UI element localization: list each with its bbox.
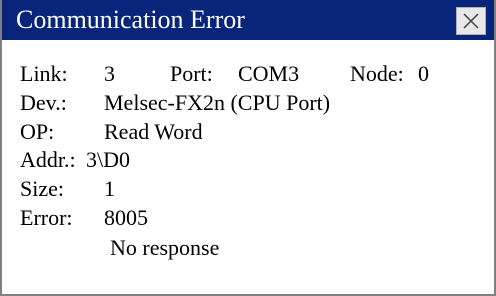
node-label: Node:: [350, 61, 404, 86]
size-row: Size: 1: [20, 174, 490, 204]
operation-row: OP: Read Word: [20, 117, 490, 147]
device-label: Dev.:: [20, 90, 67, 115]
error-message-row: No response: [20, 233, 490, 263]
port-label: Port:: [170, 61, 213, 86]
close-button[interactable]: [456, 7, 486, 35]
link-label: Link:: [20, 61, 68, 86]
address-value: 3\D0: [86, 147, 130, 172]
error-code: 8005: [104, 205, 148, 230]
port-value: COM3: [238, 61, 300, 86]
error-message: No response: [110, 235, 220, 260]
device-value: Melsec-FX2n (CPU Port): [104, 90, 331, 115]
communication-error-dialog: Communication Error Link: 3 Port: COM3 N…: [0, 0, 496, 296]
close-icon: [463, 13, 479, 29]
address-row: Addr.: 3\D0: [20, 145, 490, 175]
link-row: Link: 3 Port: COM3 Node: 0: [20, 59, 490, 89]
size-value: 1: [104, 176, 115, 201]
window-title: Communication Error: [16, 5, 245, 34]
title-bar[interactable]: Communication Error: [2, 0, 494, 40]
error-label: Error:: [20, 205, 73, 230]
operation-label: OP:: [20, 119, 55, 144]
device-row: Dev.: Melsec-FX2n (CPU Port): [20, 88, 490, 118]
link-value: 3: [104, 61, 115, 86]
address-label: Addr.:: [20, 147, 76, 172]
node-value: 0: [418, 61, 429, 86]
error-row: Error: 8005: [20, 203, 490, 233]
size-label: Size:: [20, 176, 64, 201]
operation-value: Read Word: [104, 119, 203, 144]
